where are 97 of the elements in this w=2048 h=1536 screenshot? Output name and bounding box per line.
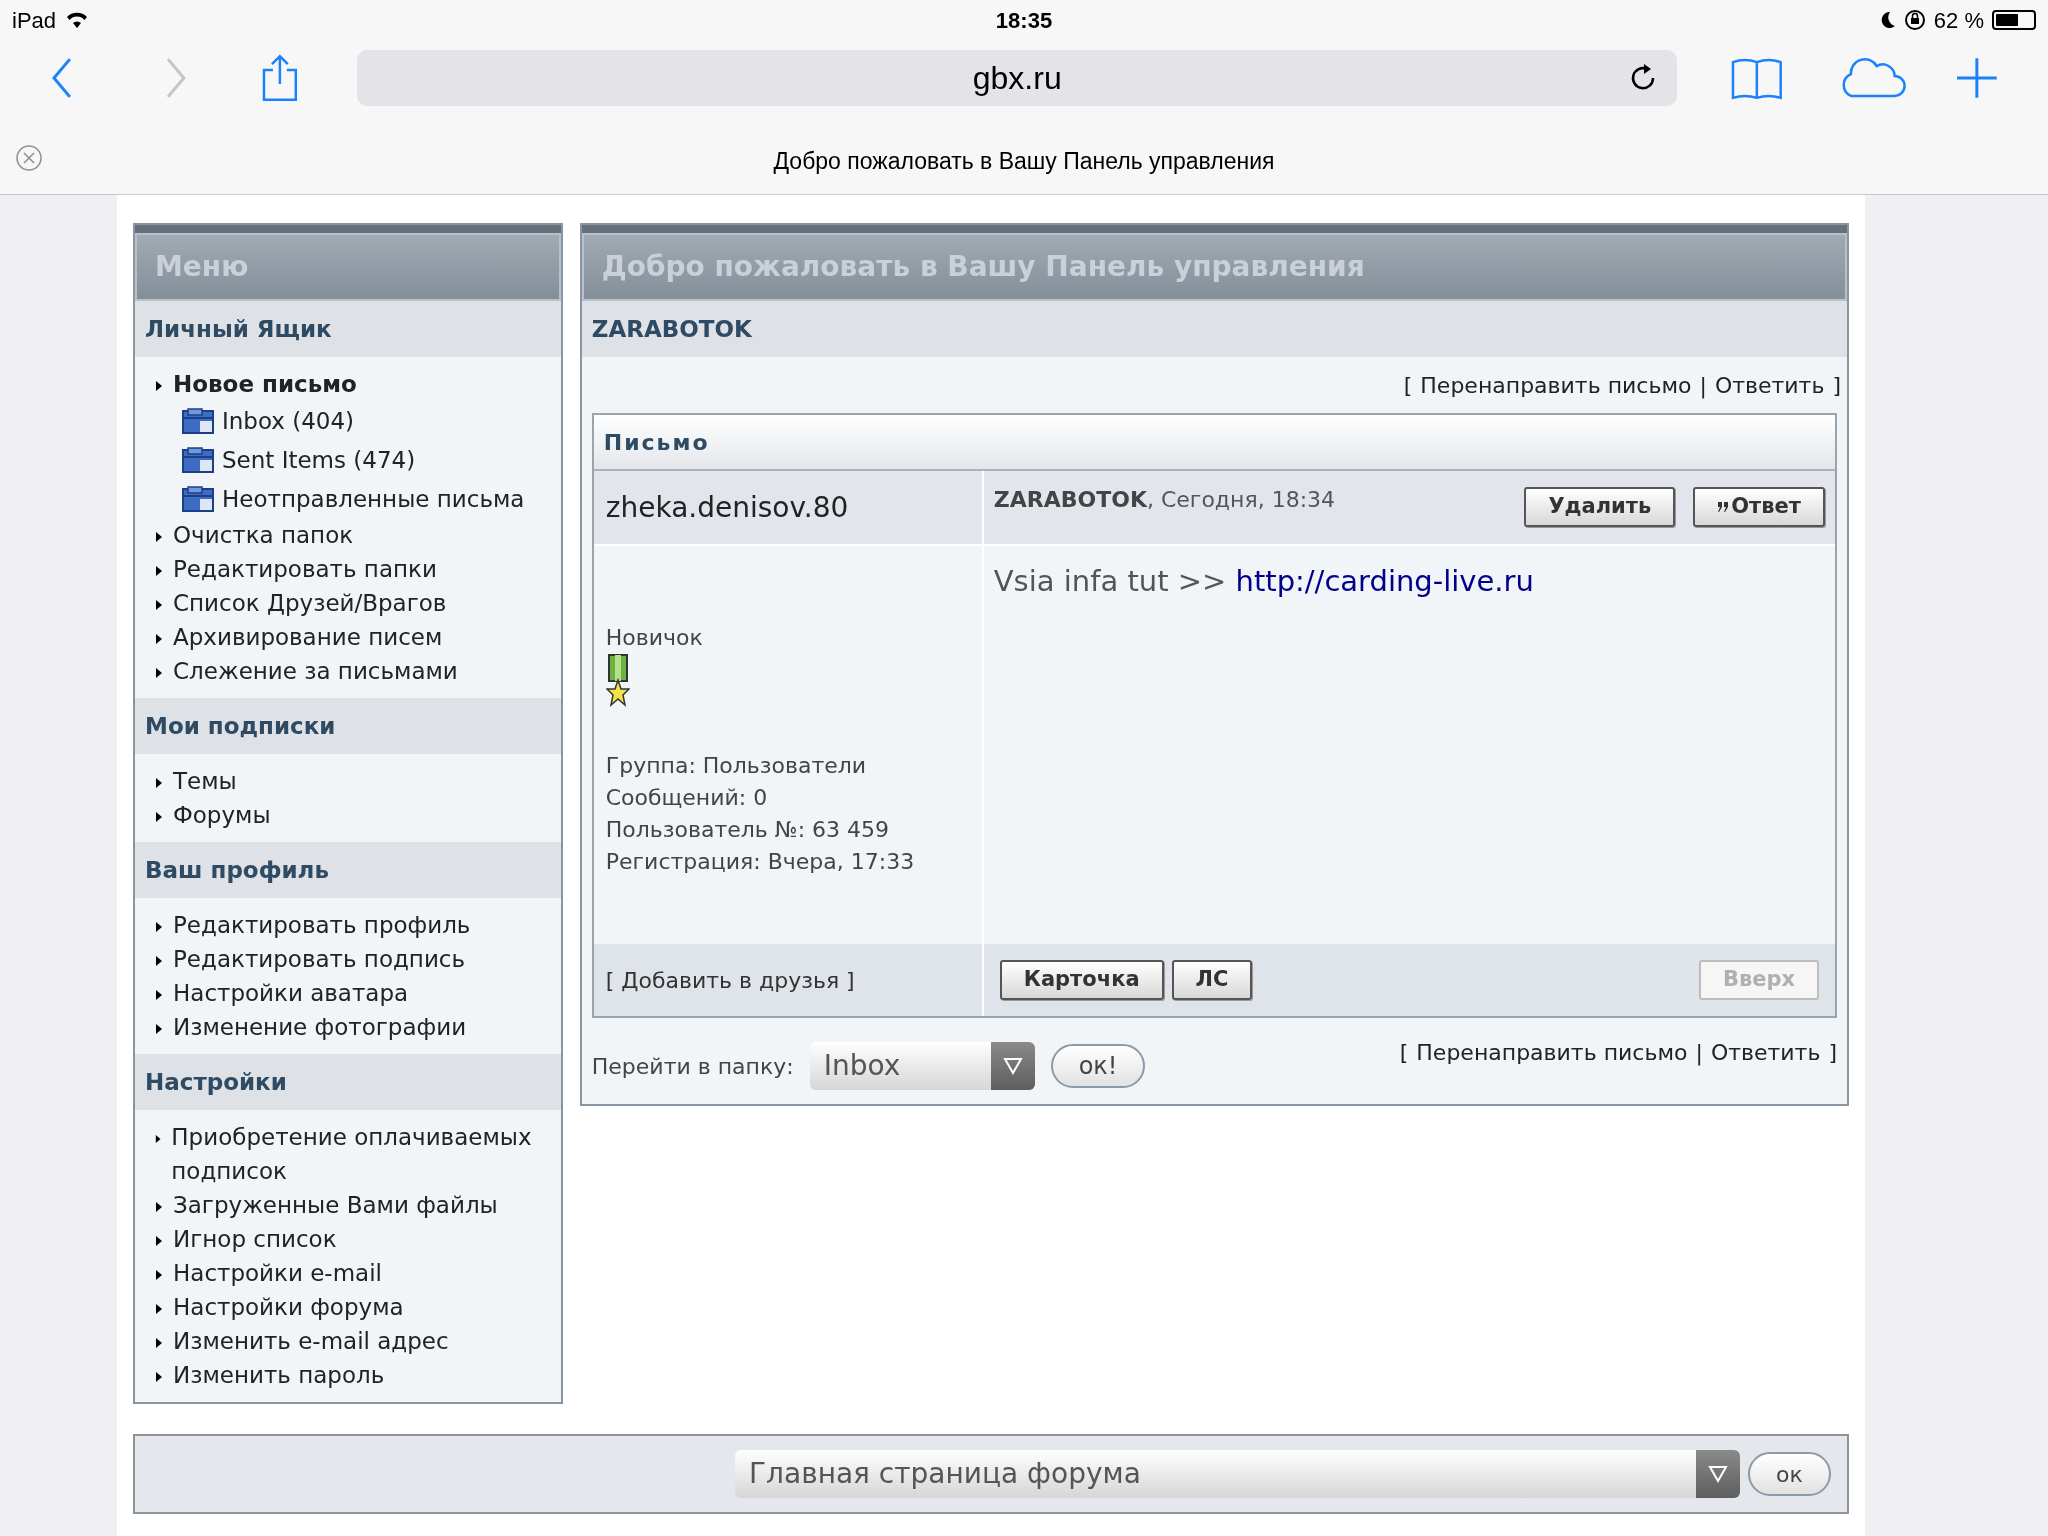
bullet-arrow-icon (155, 1337, 163, 1349)
folder-link[interactable]: Inbox (404) (222, 403, 355, 438)
address-bar[interactable]: gbx.ru (357, 50, 1678, 106)
field-label: Перейти в папку: (591, 1053, 794, 1081)
bullet-arrow-icon (155, 531, 163, 543)
menu-link[interactable]: Редактировать папки (173, 552, 437, 586)
folder-link[interactable]: Sent Items (474) (222, 442, 416, 477)
bullet-arrow-icon (155, 1133, 162, 1145)
user-detail: Сообщений: 0 (605, 784, 769, 812)
menu-link[interactable]: Настройки e-mail (173, 1256, 382, 1290)
bracket-text: ] (1828, 1039, 1837, 1067)
folder-icon (182, 407, 214, 434)
bullet-arrow-icon (155, 599, 163, 611)
bullet-arrow-icon (155, 921, 163, 933)
menu-link[interactable]: Настройки аватара (173, 976, 409, 1010)
menu-link[interactable]: Форумы (173, 798, 271, 832)
bullet-arrow-icon (155, 1235, 163, 1247)
separator-text: | (1695, 1039, 1703, 1068)
bullet-arrow-icon (155, 1269, 163, 1281)
clock-time: 18:35 (995, 6, 1053, 35)
action-link[interactable]: Ответить (1714, 368, 1825, 402)
dropdown-arrow-icon (1708, 1465, 1728, 1483)
action-link[interactable]: Ответить (1710, 1036, 1821, 1069)
bullet-arrow-icon (155, 380, 163, 392)
bullet-arrow-icon (155, 667, 163, 679)
menu-link[interactable]: Загруженные Вами файлы (173, 1188, 498, 1222)
profile-card-button[interactable]: Карточка (999, 960, 1164, 1000)
menu-link[interactable]: Изменить e-mail адрес (173, 1324, 449, 1358)
folder-icon (182, 485, 214, 512)
action-link[interactable]: Перенаправить письмо (1420, 368, 1692, 402)
bullet-arrow-icon (155, 777, 163, 789)
user-rank: Новичок (605, 624, 704, 652)
bullet-arrow-icon (155, 1023, 163, 1035)
add-friend-link[interactable]: [ Добавить в друзья ] (593, 944, 984, 1016)
device-name: iPad (12, 6, 57, 35)
menu-link[interactable]: Редактировать подпись (173, 942, 466, 976)
battery-icon (1992, 10, 2036, 30)
user-detail: Группа: Пользователи (605, 752, 868, 780)
bullet-arrow-icon (155, 989, 163, 1001)
close-icon[interactable] (15, 144, 43, 172)
message-text: Vsia infa tut >> http://carding-live.ru (993, 563, 1535, 600)
action-link[interactable]: Перенаправить письмо (1416, 1036, 1688, 1069)
section-heading: Личный Ящик (135, 301, 561, 357)
menu-link[interactable]: Приобретение оплачиваемых подписок (171, 1120, 553, 1188)
menu-link[interactable]: Темы (173, 764, 237, 798)
add-tab-icon[interactable] (1956, 57, 1998, 99)
folder-icon (182, 446, 214, 473)
bullet-arrow-icon (155, 955, 163, 967)
menu-link[interactable]: Изменить пароль (173, 1358, 385, 1392)
bracket-text: [ (1403, 371, 1413, 400)
separator-text: | (1699, 371, 1707, 401)
user-detail: Пользователь №: 63 459 (605, 816, 891, 844)
menu-link[interactable]: Список Друзей/Врагов (173, 586, 447, 620)
bullet-arrow-icon (155, 633, 163, 645)
author-name: zheka.denisov.80 (593, 471, 984, 544)
bracket-text: [ (1399, 1039, 1409, 1067)
menu-link[interactable]: Слежение за письмами (173, 654, 458, 688)
medal-icon (605, 654, 630, 708)
message-subject: ZARABOTOK (581, 301, 1847, 357)
section-heading: Мои подписки (135, 698, 561, 754)
menu-link[interactable]: Очистка папок (173, 518, 354, 552)
folder-link[interactable]: Неотправленные письма (222, 481, 525, 516)
section-heading: Настройки (135, 1054, 561, 1110)
message-link[interactable]: http://carding-live.ru (1235, 564, 1534, 598)
folder-select[interactable]: Inbox (809, 1042, 1035, 1090)
bullet-arrow-icon (155, 1371, 163, 1383)
bullet-arrow-icon (155, 1201, 163, 1213)
battery-percent: 62 % (1933, 6, 1984, 35)
post-meta: ZARABOTOK, Сегодня, 18:34 (993, 486, 1336, 514)
private-message-button[interactable]: ЛС (1171, 960, 1253, 1000)
menu-link[interactable]: Настройки форума (173, 1290, 404, 1324)
section-heading: Ваш профиль (135, 842, 561, 898)
user-detail: Регистрация: Вчера, 17:33 (605, 848, 916, 876)
page-title: Добро пожаловать в Вашу Панель управления (773, 147, 1275, 176)
message-heading: Письмо (593, 415, 1835, 471)
menu-link[interactable]: Редактировать профиль (173, 908, 471, 942)
panel-header: Добро пожаловать в Вашу Панель управления (581, 225, 1847, 301)
menu-link[interactable]: Архивирование писем (173, 620, 443, 654)
url-text: gbx.ru (972, 59, 1062, 98)
bracket-text: ] (1832, 371, 1841, 400)
go-button[interactable]: ок (1748, 1452, 1831, 1496)
bullet-arrow-icon (155, 1303, 163, 1315)
back-icon[interactable] (50, 56, 74, 100)
bullet-arrow-icon (155, 811, 163, 823)
quote-button[interactable]: Ответ (1693, 487, 1825, 527)
dropdown-arrow-icon (1002, 1057, 1023, 1075)
go-button[interactable]: ок! (1050, 1044, 1146, 1088)
delete-button[interactable]: Удалить (1524, 487, 1676, 527)
rotation-lock-icon (1903, 9, 1926, 31)
menu-link[interactable]: Игнор список (173, 1222, 337, 1256)
forum-jump-select[interactable]: Главная страница форума (735, 1450, 1740, 1498)
menu-link[interactable]: Изменение фотографии (173, 1010, 467, 1044)
quote-icon (1717, 501, 1730, 513)
bullet-arrow-icon (155, 565, 163, 577)
menu-header: Меню (135, 225, 561, 301)
menu-link[interactable]: Новое письмо (173, 367, 357, 401)
bookmarks-icon[interactable] (1731, 56, 1783, 100)
